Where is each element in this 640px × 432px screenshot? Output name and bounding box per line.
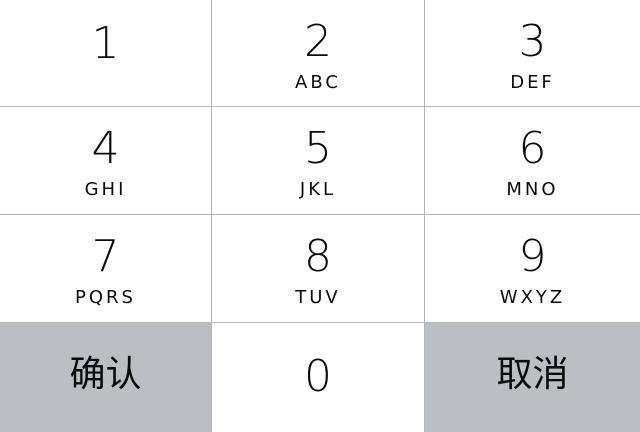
key-digit: 0 [304, 351, 332, 402]
key-2[interactable]: 2 ABC [212, 0, 425, 107]
key-letters: PQRS [75, 287, 136, 308]
numeric-keypad: 1 2 ABC 3 DEF 4 GHI 5 JKL 6 MNO 7 PQRS 8… [0, 0, 640, 432]
key-digit: 8 [304, 231, 332, 282]
key-0[interactable]: 0 [212, 323, 425, 432]
key-letters: DEF [510, 72, 555, 93]
key-letters: ABC [295, 72, 341, 93]
key-digit: 2 [304, 16, 332, 67]
confirm-label: 确认 [69, 354, 142, 395]
key-8[interactable]: 8 TUV [212, 215, 425, 323]
key-digit: 3 [518, 16, 547, 67]
key-7[interactable]: 7 PQRS [0, 215, 212, 323]
cancel-button[interactable]: 取消 [425, 323, 640, 432]
key-digit: 9 [518, 231, 547, 282]
key-letters: WXYZ [499, 287, 566, 308]
key-4[interactable]: 4 GHI [0, 107, 212, 215]
key-digit: 5 [304, 123, 332, 174]
key-letters: JKL [299, 179, 337, 200]
key-1[interactable]: 1 [0, 0, 212, 107]
key-digit: 6 [518, 123, 547, 174]
key-digit: 7 [91, 231, 120, 282]
key-3[interactable]: 3 DEF [425, 0, 640, 107]
key-letters: TUV [295, 287, 341, 308]
cancel-label: 取消 [496, 354, 569, 395]
key-letters: MNO [506, 179, 559, 200]
key-digit: 4 [91, 123, 120, 174]
key-letters: GHI [84, 179, 127, 200]
key-9[interactable]: 9 WXYZ [425, 215, 640, 323]
key-5[interactable]: 5 JKL [212, 107, 425, 215]
key-6[interactable]: 6 MNO [425, 107, 640, 215]
key-digit: 1 [91, 18, 120, 69]
confirm-button[interactable]: 确认 [0, 323, 212, 432]
